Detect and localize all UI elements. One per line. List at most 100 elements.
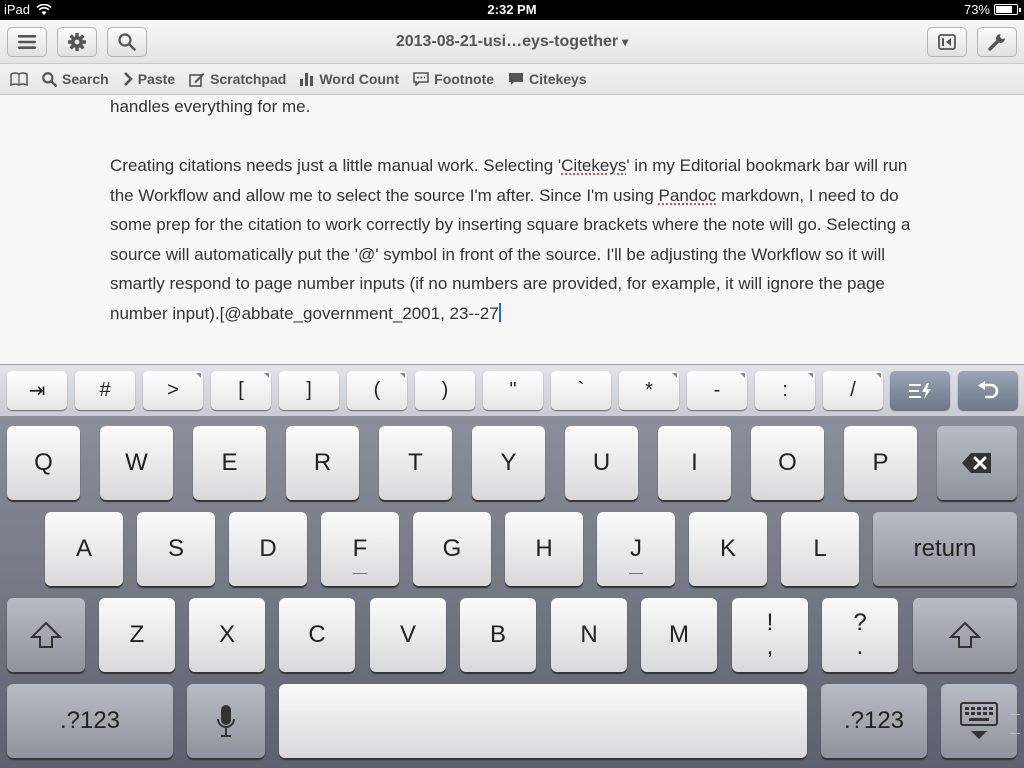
key-d[interactable]: D: [229, 512, 307, 586]
format-lightning-icon: [909, 382, 931, 399]
shift-icon: [30, 621, 62, 648]
bookmark-paste[interactable]: Paste: [123, 71, 175, 87]
key-v[interactable]: V: [370, 598, 446, 672]
key-p[interactable]: P: [844, 426, 917, 500]
key-y[interactable]: Y: [472, 426, 545, 500]
undo-icon: [978, 380, 999, 398]
extra-keys-row: ⇥ # > [ ] ( ) " ` * - : /: [0, 364, 1024, 416]
key-n[interactable]: N: [551, 598, 627, 672]
key-a[interactable]: A: [45, 512, 123, 586]
key-label: W: [125, 449, 148, 476]
search-button[interactable]: [107, 27, 147, 57]
format-actions-key[interactable]: [890, 371, 950, 410]
split-keyboard-handle[interactable]: [1010, 714, 1020, 734]
key-label: `: [577, 379, 585, 401]
hamburger-icon: [18, 35, 36, 49]
key-w[interactable]: W: [100, 426, 173, 500]
key-g[interactable]: G: [413, 512, 491, 586]
close-bracket-key[interactable]: ]: [279, 371, 339, 410]
bookmark-footnote[interactable]: Footnote: [413, 71, 494, 87]
shift-key-right[interactable]: [913, 598, 1017, 672]
tools-button[interactable]: [977, 27, 1017, 57]
chevron-right-icon: [123, 72, 133, 86]
dictation-key[interactable]: [187, 684, 265, 758]
key-j[interactable]: J: [597, 512, 675, 586]
menu-button[interactable]: [7, 27, 47, 57]
shift-key-left[interactable]: [7, 598, 85, 672]
undo-key[interactable]: [958, 371, 1018, 410]
key-z[interactable]: Z: [99, 598, 175, 672]
key-label: B: [489, 621, 506, 648]
backtick-key[interactable]: `: [551, 371, 611, 410]
status-bar: iPad 2:32 PM 73%: [0, 0, 1024, 20]
bookmark-label: Citekeys: [529, 71, 587, 87]
search-icon: [118, 33, 136, 51]
slash-key[interactable]: /: [823, 371, 883, 410]
key-e[interactable]: E: [193, 426, 266, 500]
hash-key[interactable]: #: [75, 371, 135, 410]
key-c[interactable]: C: [279, 598, 355, 672]
key-m[interactable]: M: [641, 598, 717, 672]
open-bracket-key[interactable]: [: [211, 371, 271, 410]
bookmark-scratchpad[interactable]: Scratchpad: [189, 71, 286, 87]
key-label: V: [399, 621, 416, 648]
preview-button[interactable]: [927, 27, 967, 57]
open-paren-key[interactable]: (: [347, 371, 407, 410]
key-label: ⇥: [28, 380, 46, 402]
speech-bubble-filled-icon: [509, 73, 524, 85]
edit-icon: [189, 72, 205, 87]
key-u[interactable]: U: [565, 426, 638, 500]
key-label: O: [778, 449, 797, 476]
key-label: ": [509, 379, 517, 401]
microphone-icon: [217, 705, 235, 737]
key-i[interactable]: I: [658, 426, 731, 500]
text-editor[interactable]: handles everything for me. Creating cita…: [0, 95, 1024, 365]
key-label: A: [75, 535, 92, 562]
bookmark-bar: Search Paste Scratchpad Word Count Footn…: [0, 64, 1024, 95]
key-label: F: [352, 535, 368, 562]
quote-key[interactable]: ": [483, 371, 543, 410]
dismiss-keyboard-key[interactable]: [941, 684, 1017, 758]
colon-key[interactable]: :: [755, 371, 815, 410]
key-h[interactable]: H: [505, 512, 583, 586]
bookmark-search[interactable]: Search: [42, 71, 109, 87]
key-q[interactable]: Q: [7, 426, 80, 500]
key-o[interactable]: O: [751, 426, 824, 500]
key-t[interactable]: T: [379, 426, 452, 500]
close-paren-key[interactable]: ): [415, 371, 475, 410]
key-k[interactable]: K: [689, 512, 767, 586]
paragraph: Creating citations needs just a little m…: [110, 151, 920, 328]
backspace-key[interactable]: [937, 426, 1017, 500]
key-label: !,: [766, 609, 774, 660]
key-exclamation-comma[interactable]: !,: [732, 598, 808, 672]
key-label: E: [221, 449, 238, 476]
dash-key[interactable]: -: [687, 371, 747, 410]
settings-button[interactable]: [57, 27, 97, 57]
numbers-key-right[interactable]: .?123: [821, 684, 927, 758]
space-bar[interactable]: [279, 684, 807, 758]
bookmark-word-count[interactable]: Word Count: [300, 71, 399, 87]
key-b[interactable]: B: [460, 598, 536, 672]
book-icon[interactable]: [10, 72, 28, 86]
bookmark-citekeys[interactable]: Citekeys: [508, 71, 587, 87]
key-r[interactable]: R: [286, 426, 359, 500]
key-label: [: [238, 379, 244, 401]
key-label: Z: [129, 621, 145, 648]
key-x[interactable]: X: [189, 598, 265, 672]
gear-icon: [68, 33, 86, 51]
key-l[interactable]: L: [781, 512, 859, 586]
key-question-period[interactable]: ?.: [822, 598, 898, 672]
tab-key[interactable]: ⇥: [7, 371, 67, 410]
key-label: C: [308, 621, 326, 648]
return-key[interactable]: return: [873, 512, 1017, 586]
key-label: >: [167, 379, 179, 401]
speech-bubble-icon: [413, 72, 429, 86]
bookmark-label: Search: [62, 71, 109, 87]
greater-than-key[interactable]: >: [143, 371, 203, 410]
asterisk-key[interactable]: *: [619, 371, 679, 410]
key-s[interactable]: S: [137, 512, 215, 586]
key-label: return: [913, 535, 977, 562]
key-f[interactable]: F: [321, 512, 399, 586]
document-title[interactable]: 2013-08-21-usi…eys-together ▾: [300, 33, 724, 51]
numbers-key-left[interactable]: .?123: [7, 684, 173, 758]
